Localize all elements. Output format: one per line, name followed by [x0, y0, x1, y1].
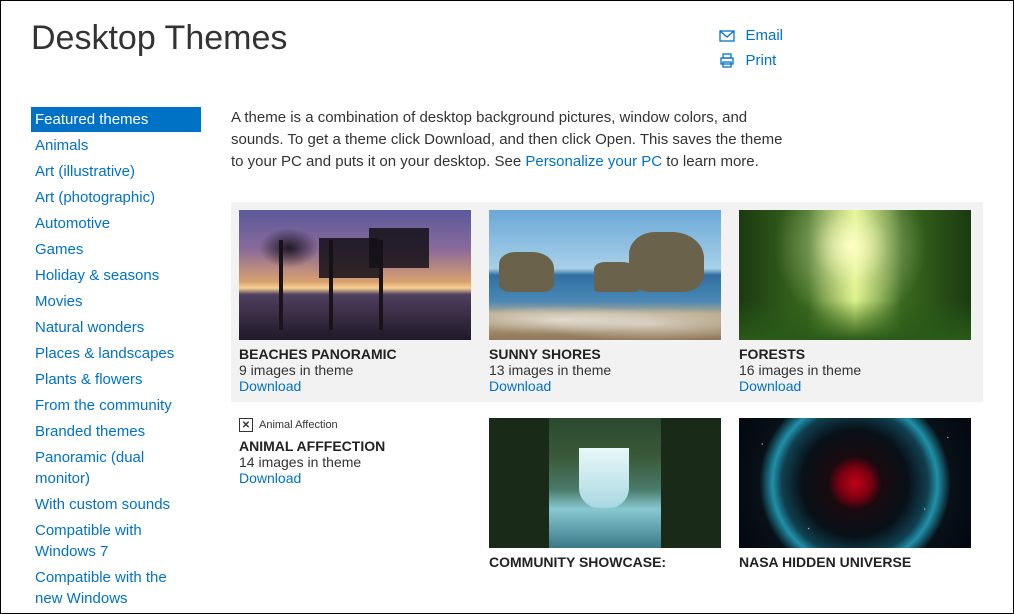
- sidebar-item-6[interactable]: Holiday & seasons: [31, 263, 201, 288]
- intro-text: A theme is a combination of desktop back…: [231, 107, 791, 172]
- theme-title: ANIMAL AFFFECTION: [239, 438, 471, 454]
- sidebar-item-2[interactable]: Art (illustrative): [31, 159, 201, 184]
- theme-thumbnail[interactable]: [489, 418, 721, 548]
- themes-row-1: BEACHES PANORAMIC9 images in themeDownlo…: [231, 202, 983, 402]
- sidebar-item-8[interactable]: Natural wonders: [31, 315, 201, 340]
- email-icon: [719, 28, 735, 44]
- theme-title: FORESTS: [739, 346, 971, 362]
- personalize-link[interactable]: Personalize your PC: [525, 153, 662, 170]
- theme-title: NASA HIDDEN UNIVERSE: [739, 554, 971, 570]
- theme-title: BEACHES PANORAMIC: [239, 346, 471, 362]
- theme-meta: 13 images in theme: [489, 362, 721, 378]
- sidebar-item-15[interactable]: Compatible with Windows 7: [31, 518, 201, 564]
- sidebar-item-13[interactable]: Panoramic (dual monitor): [31, 445, 201, 491]
- download-link[interactable]: Download: [739, 378, 971, 394]
- sidebar-item-12[interactable]: Branded themes: [31, 419, 201, 444]
- theme-card: ✕Animal Affection ANIMAL AFFFECTION14 ima…: [239, 418, 471, 570]
- print-icon: [719, 53, 735, 69]
- sidebar-item-16[interactable]: Compatible with the new Windows: [31, 565, 201, 611]
- sidebar-item-3[interactable]: Art (photographic): [31, 185, 201, 210]
- download-link[interactable]: Download: [489, 378, 721, 394]
- theme-thumbnail[interactable]: [739, 418, 971, 548]
- sidebar-item-7[interactable]: Movies: [31, 289, 201, 314]
- page-title: Desktop Themes: [31, 19, 287, 77]
- print-label: Print: [745, 52, 776, 69]
- theme-title: SUNNY SHORES: [489, 346, 721, 362]
- email-link[interactable]: Email: [719, 27, 783, 44]
- category-sidebar: Featured themesAnimalsArt (illustrative)…: [31, 107, 201, 612]
- theme-card: COMMUNITY SHOWCASE:: [489, 418, 721, 570]
- sidebar-item-1[interactable]: Animals: [31, 133, 201, 158]
- theme-meta: 14 images in theme: [239, 454, 471, 470]
- theme-card: BEACHES PANORAMIC9 images in themeDownlo…: [239, 210, 471, 394]
- sidebar-item-0[interactable]: Featured themes: [31, 107, 201, 132]
- sidebar-item-14[interactable]: With custom sounds: [31, 492, 201, 517]
- theme-card: NASA HIDDEN UNIVERSE: [739, 418, 971, 570]
- theme-meta: 9 images in theme: [239, 362, 471, 378]
- theme-meta: 16 images in theme: [739, 362, 971, 378]
- email-label: Email: [745, 27, 783, 44]
- theme-thumbnail[interactable]: [489, 210, 721, 340]
- broken-image-icon: ✕Animal Affection: [239, 418, 471, 432]
- download-link[interactable]: Download: [239, 470, 471, 486]
- sidebar-item-4[interactable]: Automotive: [31, 211, 201, 236]
- theme-title: COMMUNITY SHOWCASE:: [489, 554, 721, 570]
- themes-row-2: ✕Animal Affection ANIMAL AFFFECTION14 ima…: [231, 410, 983, 578]
- theme-thumbnail[interactable]: [239, 210, 471, 340]
- sidebar-item-10[interactable]: Plants & flowers: [31, 367, 201, 392]
- print-link[interactable]: Print: [719, 52, 783, 69]
- sidebar-item-5[interactable]: Games: [31, 237, 201, 262]
- sidebar-item-11[interactable]: From the community: [31, 393, 201, 418]
- download-link[interactable]: Download: [239, 378, 471, 394]
- theme-thumbnail[interactable]: [739, 210, 971, 340]
- sidebar-item-9[interactable]: Places & landscapes: [31, 341, 201, 366]
- theme-card: SUNNY SHORES13 images in themeDownload: [489, 210, 721, 394]
- theme-card: FORESTS16 images in themeDownload: [739, 210, 971, 394]
